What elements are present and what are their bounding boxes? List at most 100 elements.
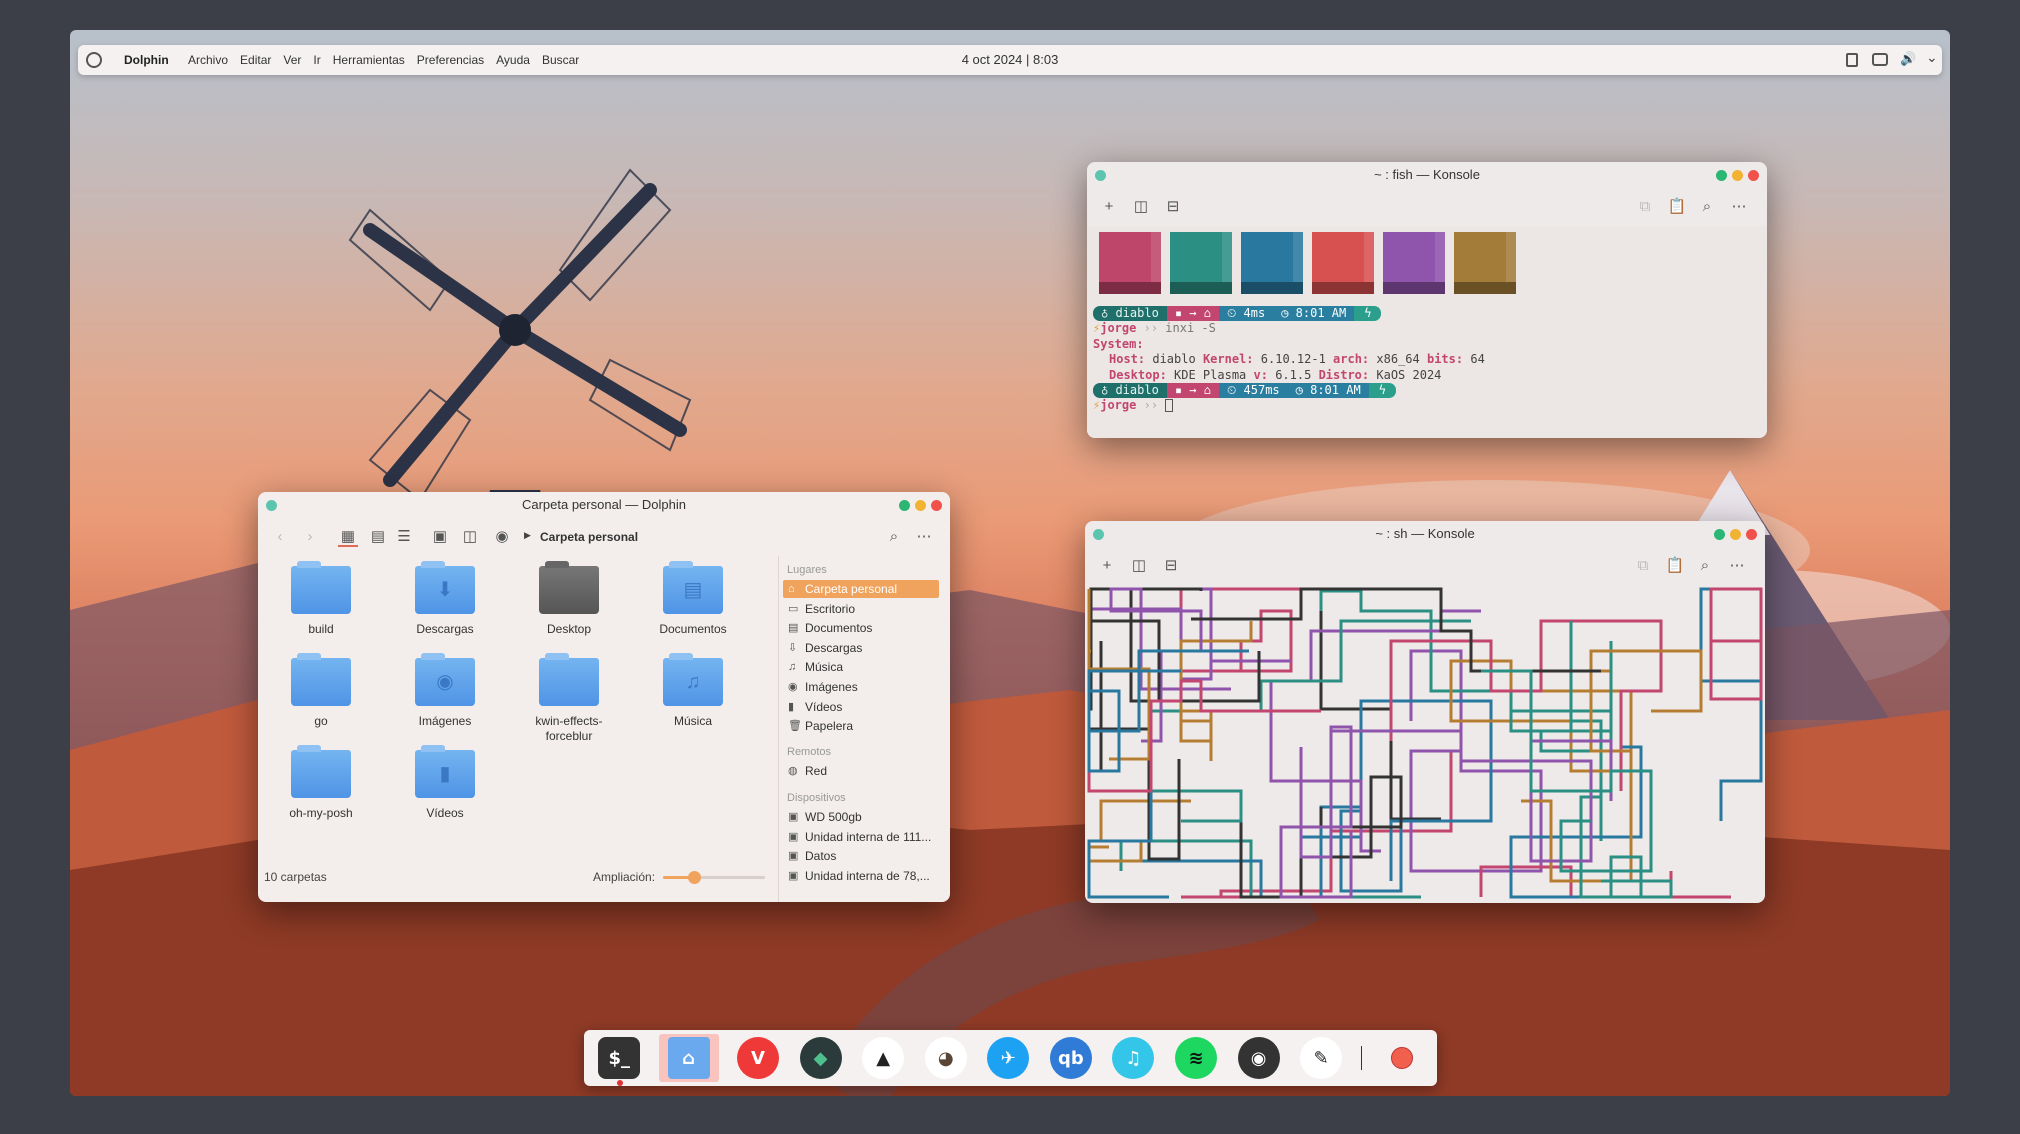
pin-icon[interactable]	[1093, 529, 1104, 540]
icons-view-icon[interactable]: ▦	[338, 527, 358, 547]
pipes-screensaver[interactable]	[1085, 585, 1765, 903]
search-icon[interactable]: ⌕	[1697, 197, 1717, 217]
maximize-button[interactable]	[899, 500, 910, 511]
dolphin-titlebar[interactable]: Carpeta personal — Dolphin	[258, 492, 950, 518]
kde-menu-icon[interactable]	[86, 52, 102, 68]
sidebar-item[interactable]: 🗑 Papelera	[783, 717, 939, 735]
menu-ir[interactable]: Ir	[313, 53, 320, 67]
sidebar-item[interactable]: ▣ Unidad interna de 78,...	[783, 867, 939, 885]
sidebar-item[interactable]: ▣ Unidad interna de 111...	[783, 828, 939, 846]
sidebar-item[interactable]: ◍ Red	[783, 762, 939, 780]
folder-item[interactable]: ▮ Vídeos	[390, 745, 500, 821]
folder-item[interactable]: oh-my-posh	[266, 745, 376, 821]
sidebar-item[interactable]: ▭ Escritorio	[783, 600, 939, 618]
sidebar-item[interactable]: ◉ Imágenes	[783, 678, 939, 696]
folder-item[interactable]: Desktop	[514, 561, 624, 637]
notifications-icon[interactable]	[1872, 53, 1888, 66]
menu-editar[interactable]: Editar	[240, 53, 271, 67]
copy-icon[interactable]: ⧉	[1633, 556, 1653, 576]
dock-item-dolphin-file-manager[interactable]: ⌂	[658, 1034, 719, 1082]
close-button[interactable]	[1748, 170, 1759, 181]
forward-icon[interactable]: ›	[300, 527, 320, 547]
sidebar-item[interactable]: ▣ WD 500gb	[783, 808, 939, 826]
sidebar-item-label: Unidad interna de 78,...	[805, 868, 930, 883]
maximize-button[interactable]	[1714, 529, 1725, 540]
zoom-handle[interactable]	[687, 871, 701, 884]
dock-item-qbittorrent[interactable]: qb	[1048, 1034, 1095, 1082]
terminal-area[interactable]: ♁ diablo ▪ → ⌂ ⏲ 4ms ◷ 8:01 AM ϟ ⚡jorge …	[1087, 226, 1767, 438]
sidebar-item[interactable]: ▮ Vídeos	[783, 698, 939, 716]
minimize-button[interactable]	[1732, 170, 1743, 181]
dock-item-keepassxc[interactable]: ◆	[797, 1034, 844, 1082]
sidebar-item[interactable]: ⌂ Carpeta personal	[783, 580, 939, 598]
back-icon[interactable]: ‹	[270, 527, 290, 547]
folder-item[interactable]: ♫ Música	[638, 653, 748, 729]
dock-item-kdeconnect[interactable]: ✈	[985, 1034, 1032, 1082]
dock-item-color-picker[interactable]: ✎	[1298, 1034, 1345, 1082]
clipboard-icon[interactable]	[1846, 53, 1858, 67]
menu-ver[interactable]: Ver	[283, 53, 301, 67]
dock-item-music-player[interactable]: ♫	[1110, 1034, 1157, 1082]
details-view-icon[interactable]: ☰	[394, 527, 414, 547]
sidebar-item[interactable]: ♫ Música	[783, 658, 939, 676]
sidebar-item[interactable]: ▣ Datos	[783, 847, 939, 865]
compact-view-icon[interactable]: ▤	[368, 527, 388, 547]
show-hidden-icon[interactable]: ◉	[492, 527, 512, 547]
close-button[interactable]	[931, 500, 942, 511]
folder-item[interactable]: ▤ Documentos	[638, 561, 748, 637]
volume-icon[interactable]: 🔊	[1900, 51, 1916, 67]
more-options-icon[interactable]: ⋯	[1727, 556, 1747, 576]
konsole1-titlebar[interactable]: ~ : fish — Konsole	[1087, 162, 1767, 188]
split-horizontal-icon[interactable]: ◫	[1131, 197, 1151, 217]
folder-item[interactable]: go	[266, 653, 376, 729]
terminal-icon: $_	[598, 1037, 641, 1079]
menu-herramientas[interactable]: Herramientas	[333, 53, 405, 67]
folder-item[interactable]: build	[266, 561, 376, 637]
dock-item-steam[interactable]: ◉	[1235, 1034, 1282, 1082]
sidebar-item-label: Escritorio	[805, 601, 856, 616]
dock-item-inkscape[interactable]: ▲	[860, 1034, 907, 1082]
sidebar-item[interactable]: ⇩ Descargas	[783, 639, 939, 657]
menu-preferencias[interactable]: Preferencias	[417, 53, 484, 67]
minimize-button[interactable]	[1730, 529, 1741, 540]
pin-icon[interactable]	[266, 500, 277, 511]
new-tab-icon[interactable]: +	[1099, 197, 1119, 217]
breadcrumb[interactable]: Carpeta personal	[540, 530, 638, 544]
more-options-icon[interactable]: ⋯	[1729, 197, 1749, 217]
dock-item-screen-recorder[interactable]	[1378, 1034, 1425, 1082]
zoom-slider[interactable]	[663, 871, 765, 884]
split-horizontal-icon[interactable]: ◫	[1129, 556, 1149, 576]
menu-archivo[interactable]: Archivo	[188, 53, 228, 67]
maximize-button[interactable]	[1716, 170, 1727, 181]
folder-tab	[545, 561, 569, 568]
preview-icon[interactable]: ▣	[430, 527, 450, 547]
drive-icon: ▣	[788, 811, 799, 823]
split-vertical-icon[interactable]: ⊟	[1163, 197, 1183, 217]
sidebar-item[interactable]: ▤ Documentos	[783, 619, 939, 637]
paste-icon[interactable]: 📋	[1665, 556, 1685, 576]
search-icon[interactable]: ⌕	[1695, 556, 1715, 576]
dock-item-spotify[interactable]: ≋	[1173, 1034, 1220, 1082]
folder-item[interactable]: ◉ Imágenes	[390, 653, 500, 729]
dock-item-gimp[interactable]: ◕	[922, 1034, 969, 1082]
close-button[interactable]	[1746, 529, 1757, 540]
dock-item-vivaldi[interactable]: V	[735, 1034, 782, 1082]
new-tab-icon[interactable]: +	[1097, 556, 1117, 576]
split-vertical-icon[interactable]: ⊟	[1161, 556, 1181, 576]
copy-icon[interactable]: ⧉	[1635, 197, 1655, 217]
konsole2-titlebar[interactable]: ~ : sh — Konsole	[1085, 521, 1765, 547]
paste-icon[interactable]: 📋	[1667, 197, 1687, 217]
konsole2-toolbar: + ◫ ⊟ ⧉ 📋 ⌕ ⋯	[1085, 547, 1765, 585]
pin-icon[interactable]	[1095, 170, 1106, 181]
folder-item[interactable]: ⬇ Descargas	[390, 561, 500, 637]
minimize-button[interactable]	[915, 500, 926, 511]
chevron-down-icon[interactable]: ⌄	[1926, 49, 1938, 66]
menu-buscar[interactable]: Buscar	[542, 53, 579, 67]
more-options-icon[interactable]: ⋯	[914, 527, 934, 547]
split-view-icon[interactable]: ◫	[460, 527, 480, 547]
menu-ayuda[interactable]: Ayuda	[496, 53, 530, 67]
dock: $_ ⌂ V ◆ ▲ ◕ ✈ qb ♫ ≋ ◉ ✎	[584, 1030, 1437, 1086]
dock-item-terminal[interactable]: $_	[596, 1034, 643, 1086]
folder-item[interactable]: kwin-effects-forceblur	[514, 653, 624, 744]
search-icon[interactable]: ⌕	[884, 527, 904, 547]
